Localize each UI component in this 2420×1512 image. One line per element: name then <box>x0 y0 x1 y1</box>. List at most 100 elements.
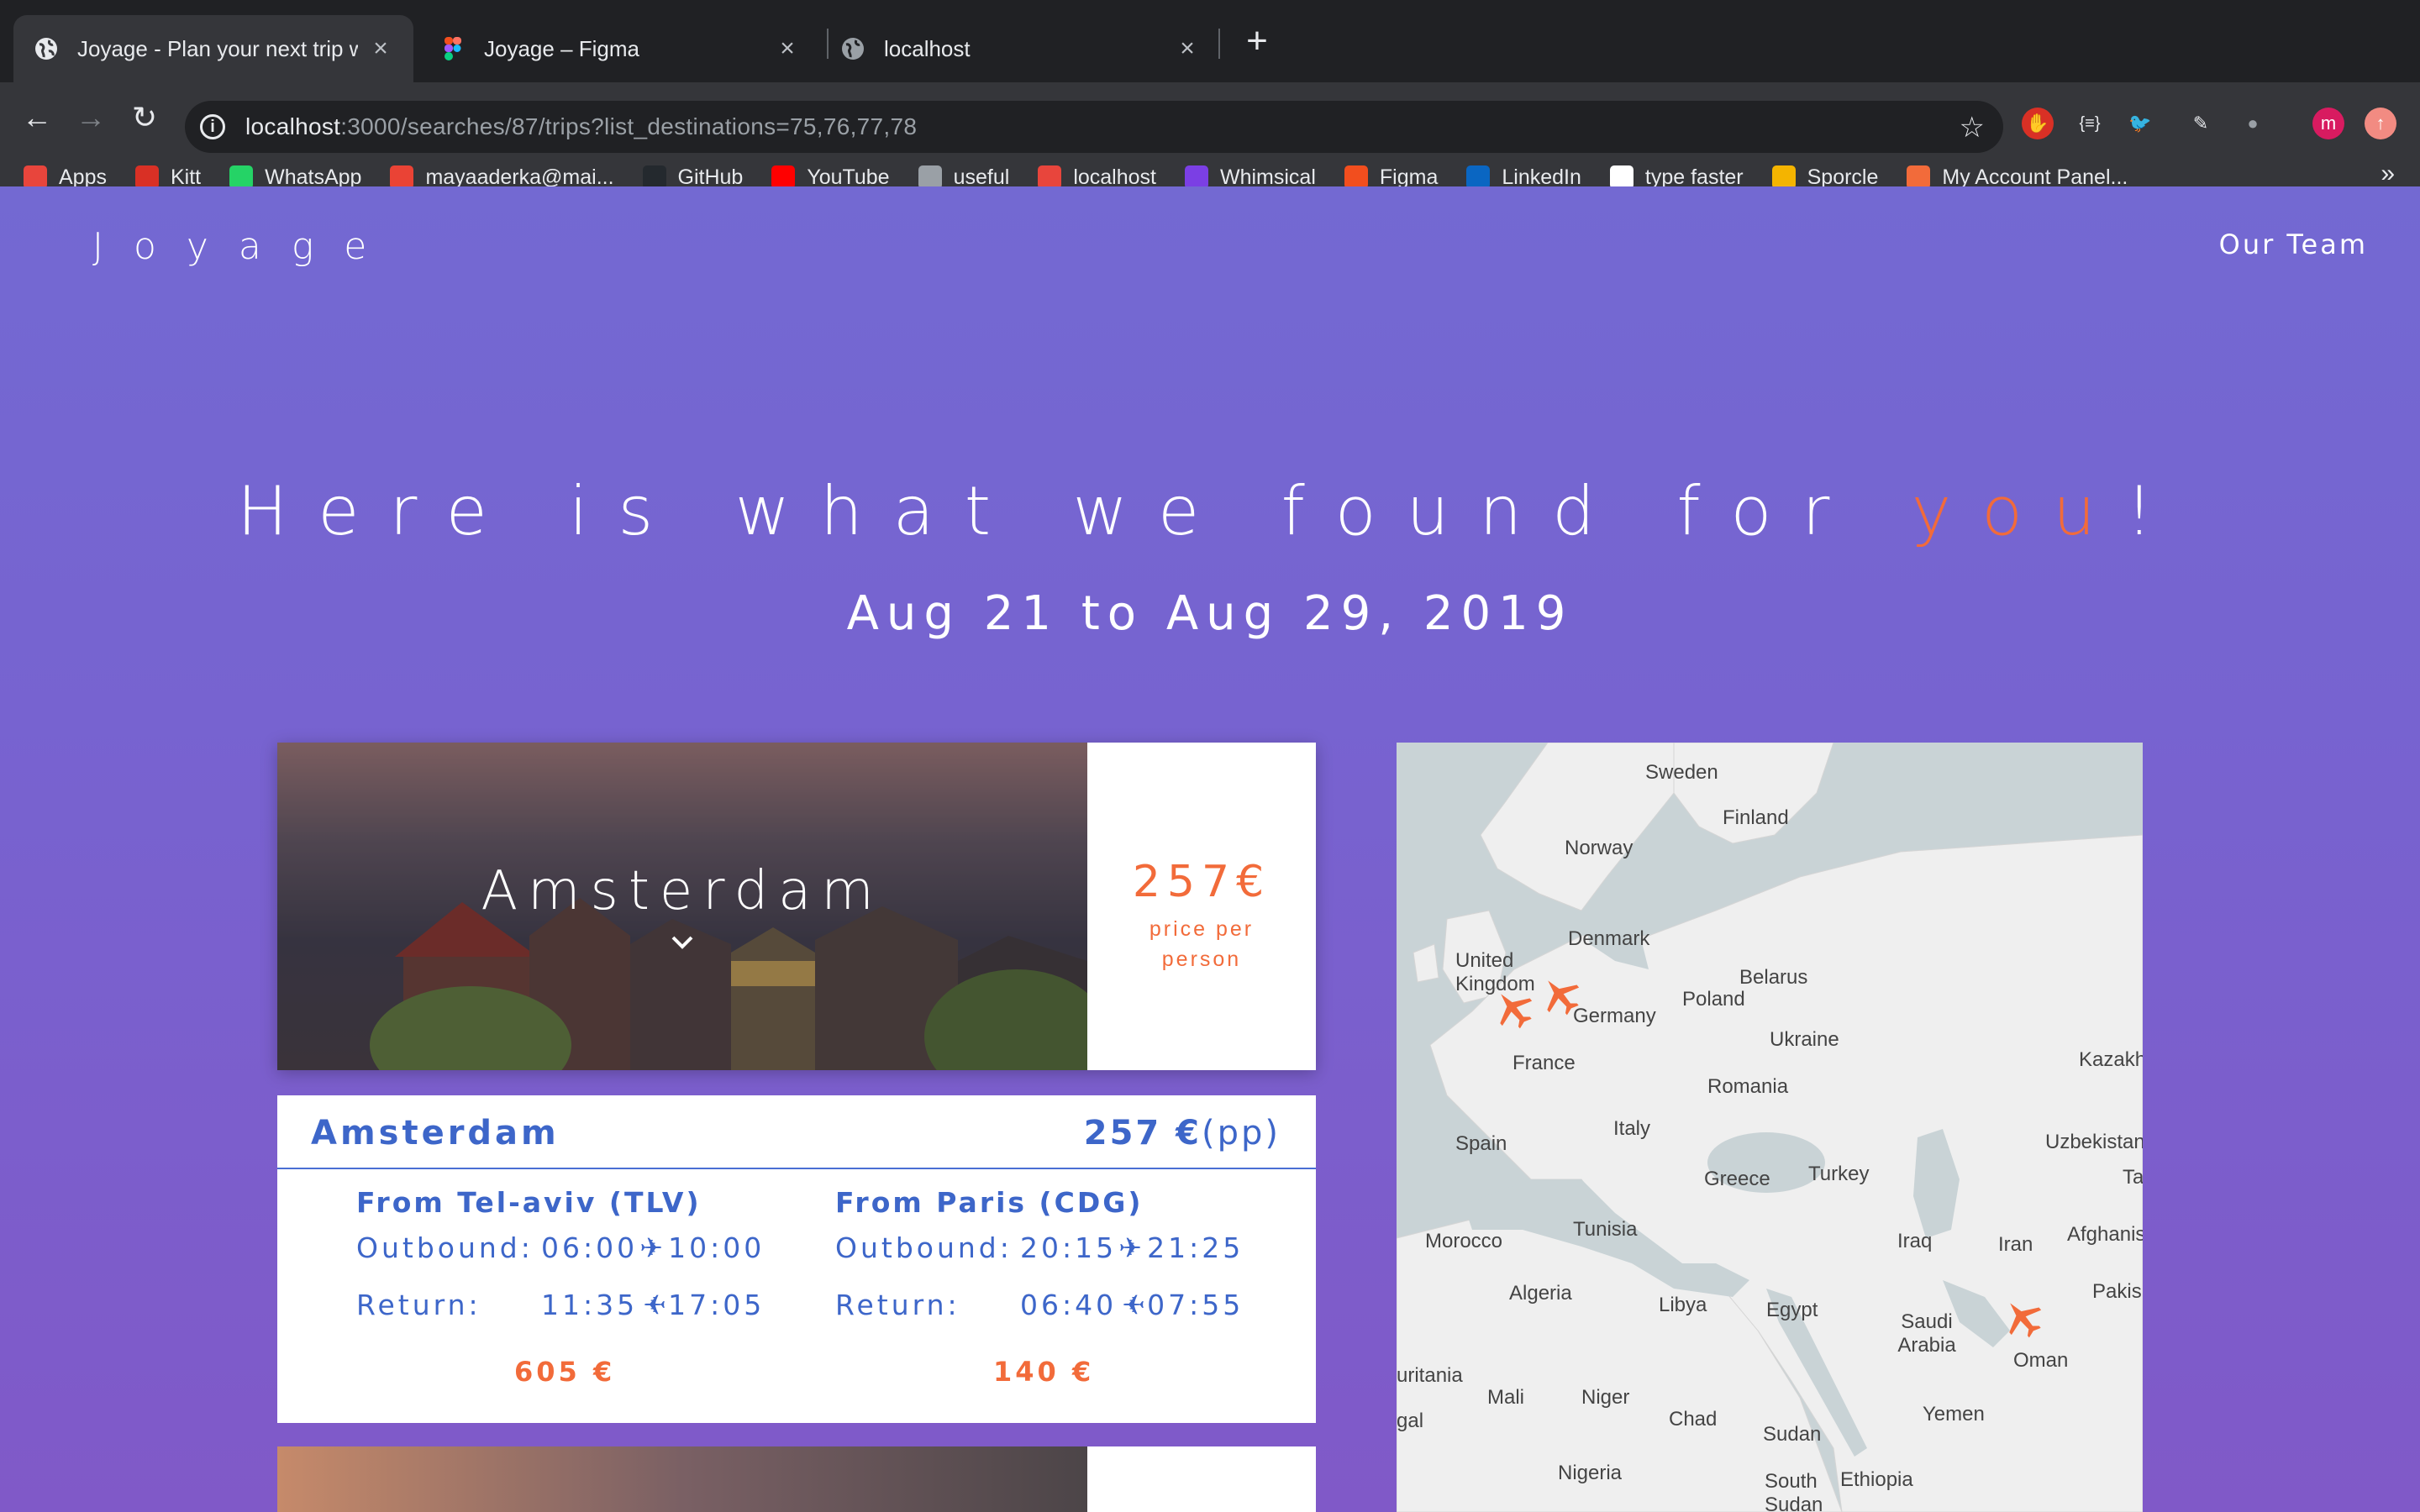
adblock-extension-icon[interactable]: ✋ <box>2022 108 2054 139</box>
outbound-departure: 20:15 <box>1020 1231 1118 1264</box>
price-box: 257€ price per person <box>1087 743 1316 1070</box>
map-label: Italy <box>1613 1117 1651 1140</box>
github-icon <box>642 165 666 189</box>
map-label: Denmark <box>1568 927 1650 950</box>
map-label: Chad <box>1669 1408 1718 1431</box>
return-label: Return: <box>835 1289 960 1321</box>
profile-avatar[interactable]: m <box>2312 108 2344 139</box>
tab-figma[interactable]: Joyage – Figma × <box>420 15 820 82</box>
headline-text: Here is what we found for <box>237 472 1912 550</box>
outbound-label: Outbound: <box>356 1231 534 1264</box>
map-label: Ukraine <box>1770 1028 1839 1051</box>
headline-accent: you <box>1911 472 2126 550</box>
destination-card-next[interactable] <box>277 1446 1316 1512</box>
back-button[interactable]: ← <box>18 99 55 136</box>
close-icon[interactable]: × <box>368 36 393 61</box>
flight-leg-cdg: From Paris (CDG) Outbound: 20:15✈21:25 Re… <box>835 1186 1306 1388</box>
return-departure: 11:35 <box>541 1289 639 1321</box>
json-extension-icon[interactable]: {≡} <box>2074 108 2106 139</box>
trip-dates: Aug 21 to Aug 29, 2019 <box>846 586 1574 641</box>
return-label: Return: <box>356 1289 481 1321</box>
plane-icon: ✈ <box>639 1231 666 1264</box>
profile-initial: m <box>2320 113 2337 134</box>
tab-joyage[interactable]: Joyage - Plan your next trip with × <box>13 15 413 82</box>
map-label: Uzbekistan <box>2045 1131 2143 1153</box>
flight-leg-tlv: From Tel-aviv (TLV) Outbound: 06:00✈10:00… <box>356 1186 827 1388</box>
car-icon <box>134 165 159 189</box>
map-label: Kazakh <box>2079 1048 2143 1071</box>
plane-marker-icon[interactable] <box>1538 973 1583 1018</box>
our-team-link[interactable]: Our Team <box>2219 228 2368 260</box>
chevron-down-icon[interactable] <box>671 929 694 953</box>
update-icon[interactable]: ↑ <box>2365 108 2396 139</box>
return-row: Return: 06:40✈07:55 <box>835 1289 1244 1321</box>
mouse-extension-icon[interactable]: ● <box>2237 108 2269 139</box>
destination-price: 257€ <box>1132 857 1271 907</box>
reload-button[interactable]: ↻ <box>126 99 163 136</box>
close-icon[interactable]: × <box>1175 36 1200 61</box>
globe-icon <box>840 36 865 61</box>
return-departure: 06:40 <box>1020 1289 1118 1321</box>
total-price-suffix: (pp) <box>1202 1114 1281 1152</box>
map-label: Germany <box>1573 1005 1656 1027</box>
page-headline: Here is what we found for you! <box>0 472 2420 550</box>
flight-header: Amsterdam 257 €(pp) <box>277 1095 1316 1169</box>
plane-icon: ✈ <box>1118 1231 1145 1264</box>
plane-icon: ✈ <box>1118 1289 1145 1321</box>
tab-localhost[interactable]: localhost × <box>820 15 1220 82</box>
bookmarks-overflow-icon[interactable]: » <box>2381 160 2395 188</box>
destination-card[interactable]: Amsterdam 257€ price per person <box>277 743 1316 1070</box>
bird-extension-icon[interactable]: 🐦 <box>2124 108 2156 139</box>
map-label: Libya <box>1659 1294 1707 1316</box>
map-label: Ethiopia <box>1840 1468 1913 1491</box>
url-text: localhost:3000/searches/87/trips?list_de… <box>245 113 917 140</box>
flight-city: Amsterdam <box>311 1114 560 1152</box>
headline-exclaim: ! <box>2125 472 2183 550</box>
whatsapp-icon <box>229 165 254 189</box>
account-panel-icon <box>1907 165 1931 189</box>
plane-marker-icon[interactable] <box>2000 1295 2045 1341</box>
localhost-icon <box>1038 165 1062 189</box>
pen-extension-icon[interactable]: ✎ <box>2185 108 2217 139</box>
figma-icon <box>440 36 466 61</box>
outbound-row: Outbound: 20:15✈21:25 <box>835 1231 1244 1264</box>
forward-button[interactable]: → <box>72 99 109 136</box>
globe-icon <box>34 36 59 61</box>
map-label: South Sudan <box>1765 1470 1823 1512</box>
map-label: Morocco <box>1425 1230 1503 1252</box>
leg-origin: From Paris (CDG) <box>835 1186 1144 1219</box>
typing-icon <box>1609 165 1634 189</box>
map-label: Niger <box>1581 1386 1630 1409</box>
browser-toolbar: ← → ↻ i localhost:3000/searches/87/trips… <box>0 82 2420 202</box>
whimsical-icon <box>1184 165 1208 189</box>
destination-photo <box>277 1446 1087 1512</box>
flight-details-card: Amsterdam 257 €(pp) From Tel-aviv (TLV) … <box>277 1095 1316 1423</box>
outbound-row: Outbound: 06:00✈10:00 <box>356 1231 765 1264</box>
brand-logo[interactable]: Joyage <box>92 225 397 268</box>
outbound-departure: 06:00 <box>541 1231 639 1264</box>
map-label: Poland <box>1682 988 1745 1011</box>
youtube-icon <box>771 165 796 189</box>
gmail-icon <box>390 165 414 189</box>
sporcle-icon <box>1771 165 1796 189</box>
bookmark-star-icon[interactable]: ☆ <box>1960 111 1985 144</box>
folder-icon <box>918 165 942 189</box>
total-price-value: 257 € <box>1083 1114 1202 1152</box>
close-icon[interactable]: × <box>775 36 800 61</box>
return-row: Return: 11:35✈17:05 <box>356 1289 765 1321</box>
site-info-icon[interactable]: i <box>200 114 225 139</box>
plane-marker-icon[interactable] <box>1491 986 1536 1032</box>
map-label: Iran <box>1998 1233 2033 1256</box>
return-arrival: 07:55 <box>1147 1289 1244 1321</box>
tab-title: localhost <box>884 35 971 61</box>
address-bar[interactable]: i localhost:3000/searches/87/trips?list_… <box>185 101 2003 153</box>
map-label: Afghanis <box>2067 1223 2143 1246</box>
map-label: Algeria <box>1509 1282 1572 1305</box>
leg-cost: 605 € <box>514 1356 616 1388</box>
map-label: Spain <box>1455 1132 1507 1155</box>
destinations-map[interactable]: Sweden Finland Norway Denmark United Kin… <box>1397 743 2143 1512</box>
tab-title: Joyage – Figma <box>484 35 639 61</box>
new-tab-button[interactable]: + <box>1240 23 1274 60</box>
price-caption: price per person <box>1149 917 1255 971</box>
plane-icon: ✈ <box>639 1289 666 1321</box>
